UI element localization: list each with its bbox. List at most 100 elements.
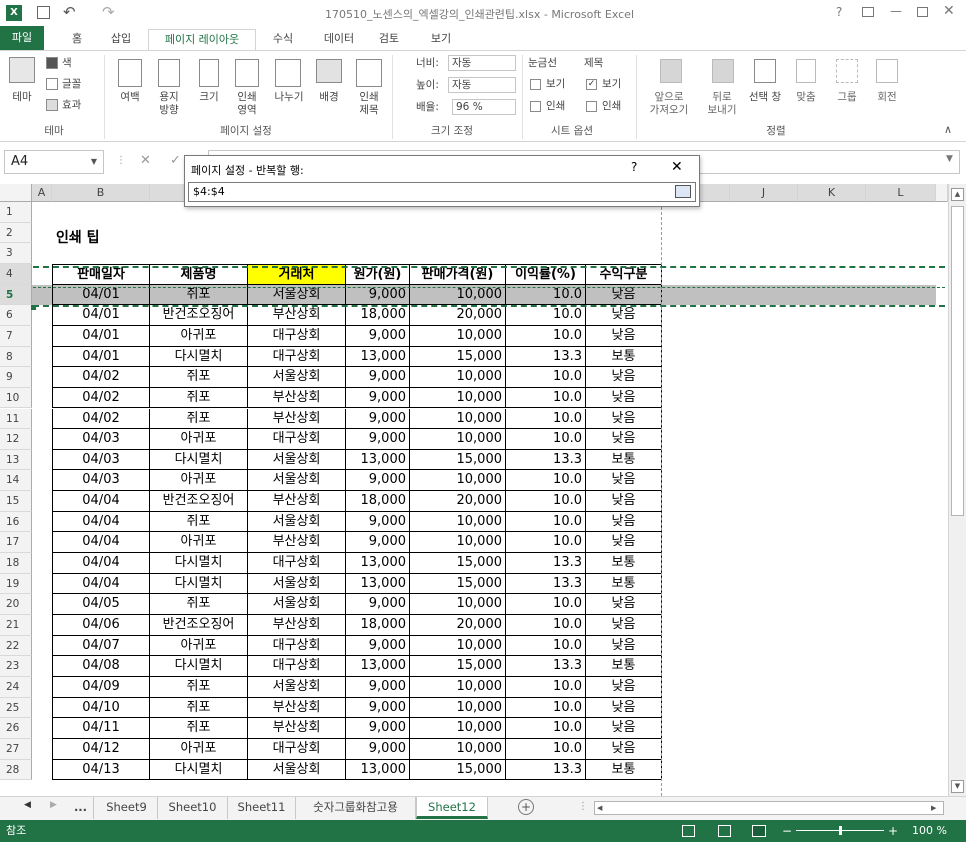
table-cell[interactable]: 서울상회 (248, 594, 346, 615)
table-cell[interactable]: 10.0 (506, 532, 586, 554)
table-cell[interactable]: 낮음 (586, 697, 662, 719)
table-cell[interactable]: 쥐포 (150, 594, 248, 615)
restore-icon[interactable] (917, 7, 928, 17)
row-header[interactable]: 28 (0, 759, 32, 781)
row-header[interactable]: 11 (0, 408, 32, 430)
table-cell[interactable]: 18,000 (346, 305, 410, 326)
table-cell[interactable]: 9,000 (346, 429, 410, 450)
table-cell[interactable]: 부산상회 (248, 718, 346, 739)
name-box[interactable]: A4 ▼ (4, 150, 104, 174)
table-cell[interactable]: 부산상회 (248, 408, 346, 430)
table-cell[interactable]: 대구상회 (248, 325, 346, 347)
table-cell[interactable]: 9,000 (346, 718, 410, 739)
dialog-close-button[interactable]: ✕ (671, 159, 683, 175)
row-header[interactable]: 25 (0, 697, 32, 719)
table-cell[interactable]: 9,000 (346, 325, 410, 347)
table-cell[interactable]: 쥐포 (150, 408, 248, 430)
row-header[interactable]: 20 (0, 594, 32, 615)
breaks-button[interactable]: 나누기 (270, 91, 308, 104)
tab-splitter-icon[interactable]: ⋮ (578, 801, 588, 812)
dialog-help-button[interactable]: ? (631, 160, 637, 174)
headings-view-checkbox[interactable]: ✓ (586, 79, 597, 90)
zoom-slider-thumb[interactable] (839, 826, 842, 835)
confirm-icon[interactable]: ✓ (170, 153, 181, 168)
repeat-rows-input[interactable]: $4:$4 (188, 182, 696, 202)
fonts-icon[interactable] (46, 78, 58, 90)
width-select[interactable]: 자동 (448, 55, 516, 71)
table-cell[interactable]: 10.0 (506, 305, 586, 326)
selection-pane-button[interactable]: 선택 창 (744, 91, 786, 104)
group-button[interactable]: 그룹 (832, 91, 862, 104)
send-backward-icon[interactable] (712, 59, 734, 83)
table-cell[interactable]: 04/02 (52, 367, 150, 388)
row-header[interactable]: 16 (0, 511, 32, 533)
headings-print-checkbox[interactable] (586, 101, 597, 112)
table-cell[interactable]: 04/03 (52, 449, 150, 471)
table-cell[interactable]: 10,000 (410, 470, 506, 492)
table-cell[interactable]: 13,000 (346, 759, 410, 781)
rotate-button[interactable]: 회전 (872, 91, 902, 104)
margins-icon[interactable] (118, 59, 142, 87)
bring-forward-button[interactable]: 앞으로 가져오기 (641, 91, 697, 117)
table-cell[interactable]: 10,000 (410, 387, 506, 409)
table-cell[interactable]: 보통 (586, 573, 662, 595)
background-button[interactable]: 배경 (314, 91, 344, 104)
table-cell[interactable]: 대구상회 (248, 738, 346, 760)
table-cell[interactable]: 아귀포 (150, 635, 248, 657)
theme-icon[interactable] (9, 57, 35, 83)
column-header-k[interactable]: K (798, 184, 866, 202)
table-cell[interactable]: 9,000 (346, 408, 410, 430)
row-header[interactable]: 7 (0, 325, 32, 347)
zoom-level[interactable]: 100 % (912, 820, 947, 842)
table-cell[interactable]: 04/06 (52, 615, 150, 636)
table-cell[interactable]: 9,000 (346, 367, 410, 388)
fonts-button[interactable]: 글꼴 (62, 78, 81, 91)
table-cell[interactable]: 부산상회 (248, 491, 346, 512)
table-cell[interactable]: 10.0 (506, 429, 586, 450)
margins-button[interactable]: 여백 (115, 91, 145, 104)
excel-logo-icon[interactable]: X (6, 5, 22, 21)
table-cell[interactable]: 13.3 (506, 449, 586, 471)
table-cell[interactable]: 04/12 (52, 738, 150, 760)
table-cell[interactable]: 04/02 (52, 408, 150, 430)
table-cell[interactable]: 10,000 (410, 408, 506, 430)
column-header-l[interactable]: L (866, 184, 936, 202)
table-cell[interactable]: 10.0 (506, 697, 586, 719)
table-cell[interactable]: 04/09 (52, 676, 150, 698)
tab-review[interactable]: 검토 (372, 29, 406, 50)
table-cell[interactable]: 04/07 (52, 635, 150, 657)
table-cell[interactable]: 10.0 (506, 738, 586, 760)
sheet-tab-sheet11[interactable]: Sheet11 (228, 797, 296, 819)
table-cell[interactable]: 낮음 (586, 594, 662, 615)
table-cell[interactable]: 04/04 (52, 491, 150, 512)
table-cell[interactable]: 04/10 (52, 697, 150, 719)
table-cell[interactable]: 10.0 (506, 594, 586, 615)
table-cell[interactable]: 9,000 (346, 594, 410, 615)
send-backward-button[interactable]: 뒤로 보내기 (700, 91, 744, 117)
orientation-button[interactable]: 용지 방향 (154, 91, 184, 117)
print-area-button[interactable]: 인쇄 영역 (232, 91, 262, 117)
table-cell[interactable]: 10,000 (410, 697, 506, 719)
table-cell[interactable]: 10.0 (506, 470, 586, 492)
table-cell[interactable]: 낮음 (586, 491, 662, 512)
row-header[interactable]: 23 (0, 656, 32, 677)
row-header[interactable]: 21 (0, 615, 32, 636)
table-cell[interactable]: 15,000 (410, 656, 506, 677)
table-cell[interactable]: 15,000 (410, 553, 506, 574)
table-cell[interactable]: 9,000 (346, 635, 410, 657)
table-cell[interactable]: 13,000 (346, 553, 410, 574)
table-cell[interactable]: 13,000 (346, 449, 410, 471)
gridlines-view-checkbox[interactable] (530, 79, 541, 90)
table-cell[interactable]: 18,000 (346, 615, 410, 636)
table-cell[interactable]: 보통 (586, 346, 662, 368)
table-cell[interactable]: 10,000 (410, 738, 506, 760)
table-cell[interactable]: 대구상회 (248, 656, 346, 677)
table-cell[interactable]: 10.0 (506, 491, 586, 512)
table-cell[interactable]: 9,000 (346, 470, 410, 492)
table-cell[interactable]: 낮음 (586, 325, 662, 347)
tab-page-layout[interactable]: 페이지 레이아웃 (148, 29, 256, 51)
table-cell[interactable]: 낮음 (586, 738, 662, 760)
table-cell[interactable]: 서울상회 (248, 759, 346, 781)
theme-button[interactable]: 테마 (8, 91, 36, 104)
table-cell[interactable]: 10,000 (410, 429, 506, 450)
